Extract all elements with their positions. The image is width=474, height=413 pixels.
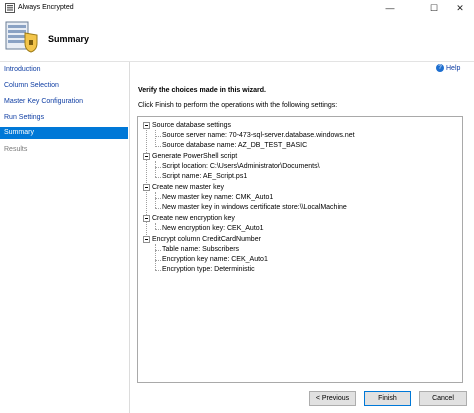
window-title: Always Encrypted xyxy=(18,4,74,11)
tree-connector xyxy=(155,167,161,168)
tree-connector xyxy=(155,260,161,261)
previous-button[interactable]: < Previous xyxy=(309,391,356,406)
tree-leaf-source-database-name: Source database name: AZ_DB_TEST_BASIC xyxy=(162,142,308,149)
collapse-icon[interactable] xyxy=(143,122,150,129)
tree-node-encrypt-column: Encrypt column CreditCardNumber xyxy=(152,236,261,243)
tree-leaf-encryption-key-name: Encryption key name: CEK_Auto1 xyxy=(162,256,268,263)
tree-connector xyxy=(155,250,161,251)
tree-connector xyxy=(155,130,156,147)
tree-node-create-new-master-key: Create new master key xyxy=(152,184,224,191)
minimize-button[interactable]: — xyxy=(376,0,404,16)
tree-connector xyxy=(155,161,156,177)
sidebar-item-master-key-configuration[interactable]: Master Key Configuration xyxy=(0,96,128,108)
tree-connector xyxy=(155,177,161,178)
tree-leaf-master-key-store: New master key in windows certificate st… xyxy=(162,204,347,211)
tree-leaf-new-master-key-name: New master key name: CMK_Auto1 xyxy=(162,194,274,201)
collapse-icon[interactable] xyxy=(143,236,150,243)
tree-leaf-table-name: Table name: Subscribers xyxy=(162,246,240,253)
collapse-icon[interactable] xyxy=(143,184,150,191)
tree-connector xyxy=(155,146,161,147)
tree-leaf-source-server-name: Source server name: 70-473-sql-server.da… xyxy=(162,132,355,139)
help-icon: ? xyxy=(436,64,444,73)
page-title: Summary xyxy=(48,34,90,44)
finish-button[interactable]: Finish xyxy=(364,391,411,406)
tree-connector xyxy=(155,198,161,199)
tree-connector xyxy=(155,244,156,270)
title-bar: Always Encrypted — ☐ ✕ xyxy=(0,0,474,16)
tree-leaf-script-name: Script name: AE_Script.ps1 xyxy=(162,173,248,180)
maximize-button[interactable]: ☐ xyxy=(420,0,448,16)
verify-heading: Verify the choices made in this wizard. xyxy=(138,87,266,94)
collapse-icon[interactable] xyxy=(143,153,150,160)
sidebar-item-introduction[interactable]: Introduction xyxy=(0,64,128,76)
wizard-sidebar: Introduction Column Selection Master Key… xyxy=(0,62,130,413)
tree-connector xyxy=(155,136,161,137)
wizard-shield-icon xyxy=(5,21,38,53)
instruction-text: Click Finish to perform the operations w… xyxy=(138,102,338,109)
tree-leaf-new-encryption-key: New encryption key: CEK_Auto1 xyxy=(162,225,264,232)
tree-node-source-database-settings: Source database settings xyxy=(152,122,231,129)
sidebar-item-results: Results xyxy=(4,146,28,153)
collapse-icon[interactable] xyxy=(143,215,150,222)
tree-leaf-script-location: Script location: C:\Users\Administrator\… xyxy=(162,163,320,170)
wizard-header: Summary xyxy=(0,16,474,62)
tree-node-generate-powershell-script: Generate PowerShell script xyxy=(152,153,238,160)
tree-connector xyxy=(155,270,161,271)
sidebar-item-run-settings[interactable]: Run Settings xyxy=(0,112,128,124)
tree-leaf-encryption-type: Encryption type: Deterministic xyxy=(162,266,255,273)
tree-connector xyxy=(155,208,161,209)
close-button[interactable]: ✕ xyxy=(446,0,474,16)
summary-tree[interactable]: Source database settings Source server n… xyxy=(137,116,463,383)
help-label: Help xyxy=(446,65,461,72)
tree-node-create-new-encryption-key: Create new encryption key xyxy=(152,215,235,222)
tree-connector xyxy=(155,192,156,208)
sidebar-item-summary[interactable]: Summary xyxy=(0,127,128,139)
sidebar-item-column-selection[interactable]: Column Selection xyxy=(0,80,128,92)
help-link[interactable]: ? Help xyxy=(436,63,460,74)
cancel-button[interactable]: Cancel xyxy=(419,391,467,406)
tree-connector xyxy=(155,229,161,230)
database-app-icon xyxy=(5,3,15,13)
